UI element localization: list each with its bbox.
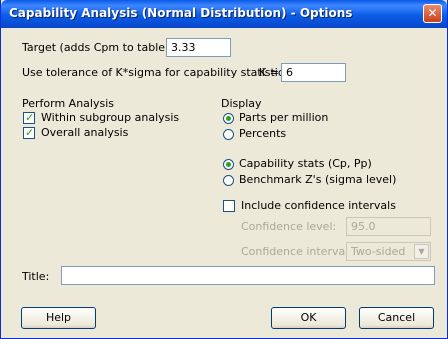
confidence-level-input[interactable]: 95.0 bbox=[346, 217, 431, 236]
benchmark-z-label[interactable]: Benchmark Z's (sigma level) bbox=[239, 173, 396, 186]
help-button[interactable]: Help bbox=[21, 307, 96, 329]
perform-analysis-heading: Perform Analysis bbox=[22, 97, 114, 110]
percents-radio[interactable] bbox=[223, 129, 234, 140]
confidence-intervals-select-value: Two-sided bbox=[351, 245, 406, 258]
percents-label[interactable]: Percents bbox=[239, 127, 286, 140]
k-input[interactable]: 6 bbox=[281, 63, 346, 82]
within-subgroup-checkbox[interactable]: ✓ bbox=[23, 111, 35, 124]
chevron-down-icon[interactable]: ▼ bbox=[414, 244, 429, 259]
target-label: Target (adds Cpm to table): bbox=[22, 41, 174, 54]
target-input[interactable]: 3.33 bbox=[166, 38, 231, 57]
checkmark-icon: ✓ bbox=[25, 126, 35, 139]
close-icon[interactable]: ✕ bbox=[423, 4, 442, 23]
within-subgroup-label[interactable]: Within subgroup analysis bbox=[41, 111, 179, 124]
title-label: Title: bbox=[22, 270, 50, 283]
overall-analysis-checkbox[interactable]: ✓ bbox=[23, 126, 35, 139]
radio-selected-dot bbox=[226, 116, 231, 121]
checkmark-icon: ✓ bbox=[25, 111, 35, 124]
parts-per-million-label[interactable]: Parts per million bbox=[239, 111, 328, 124]
confidence-intervals-select[interactable]: Two-sided ▼ bbox=[346, 242, 431, 261]
display-heading: Display bbox=[221, 97, 262, 110]
capability-stats-label[interactable]: Capability stats (Cp, Pp) bbox=[239, 157, 372, 170]
confidence-level-label: Confidence level: bbox=[241, 220, 337, 233]
ok-button[interactable]: OK bbox=[271, 307, 346, 329]
parts-per-million-radio[interactable] bbox=[223, 113, 234, 124]
confidence-intervals-type-label: Confidence intervals: bbox=[241, 245, 358, 258]
title-bar[interactable]: Capability Analysis (Normal Distribution… bbox=[1, 0, 447, 28]
window-title: Capability Analysis (Normal Distribution… bbox=[9, 6, 353, 20]
capability-stats-radio[interactable] bbox=[223, 159, 234, 170]
benchmark-z-radio[interactable] bbox=[223, 175, 234, 186]
cancel-button[interactable]: Cancel bbox=[359, 307, 434, 329]
k-label: K = bbox=[259, 66, 279, 79]
confidence-intervals-label[interactable]: Include confidence intervals bbox=[241, 199, 396, 212]
title-input[interactable] bbox=[61, 266, 435, 285]
radio-selected-dot bbox=[226, 162, 231, 167]
overall-analysis-label[interactable]: Overall analysis bbox=[41, 126, 128, 139]
options-dialog: Capability Analysis (Normal Distribution… bbox=[0, 0, 448, 339]
tolerance-label: Use tolerance of K*sigma for capability … bbox=[22, 66, 290, 79]
confidence-intervals-checkbox[interactable] bbox=[223, 200, 235, 212]
